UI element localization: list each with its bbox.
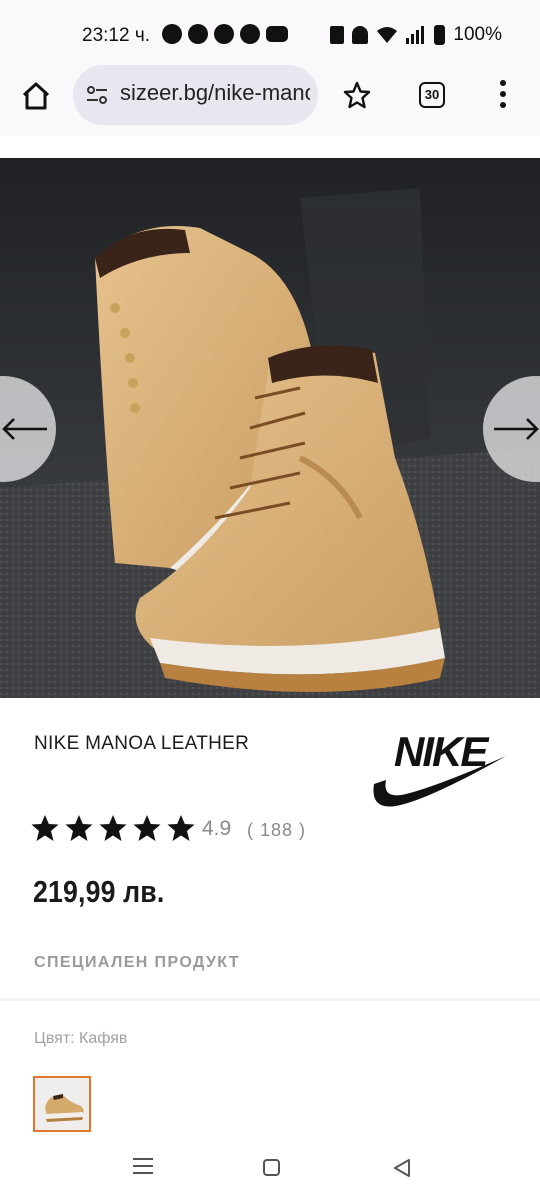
system-icons: 100%: [330, 24, 502, 46]
star-icon: [65, 815, 93, 841]
battery-percent: 100%: [453, 24, 502, 45]
arrow-left-icon: [2, 418, 47, 440]
url-text[interactable]: sizeer.bg/nike-manoa: [120, 80, 310, 106]
messenger-icon: [240, 24, 260, 44]
rating-count[interactable]: ( 188 ): [247, 820, 306, 841]
star-icon: [31, 815, 59, 841]
color-label: Цвят: Кафяв: [34, 1030, 128, 1047]
back-button[interactable]: [392, 1158, 412, 1178]
chat-icon: [214, 24, 234, 44]
nfc-icon: [330, 26, 345, 44]
battery-icon: [434, 25, 446, 45]
browser-toolbar: sizeer.bg/nike-manoa 30: [0, 65, 540, 136]
site-settings-icon[interactable]: [85, 83, 109, 107]
bookmark-star-icon[interactable]: [342, 80, 372, 110]
system-navigation-bar: [0, 1134, 540, 1200]
page-top-spacer: [0, 136, 540, 158]
rating-value: 4.9: [202, 817, 232, 840]
color-swatch-thumbnail[interactable]: [33, 1076, 91, 1132]
section-divider: [0, 998, 540, 1001]
home-icon[interactable]: [20, 80, 52, 112]
youtube-icon: [266, 26, 288, 42]
thumbnail-boot-image: [35, 1078, 89, 1130]
product-photo: [0, 158, 540, 698]
mute-icon: [352, 26, 369, 44]
svg-text:NIKE: NIKE: [394, 728, 490, 775]
status-time: 23:12 ч.: [82, 25, 151, 46]
viber-icon: [162, 24, 182, 44]
tab-switcher-button[interactable]: 30: [419, 82, 445, 108]
product-title: NIKE MANOA LEATHER: [34, 733, 250, 754]
nike-logo[interactable]: NIKE: [368, 724, 510, 814]
whatsapp-icon: [188, 24, 208, 44]
home-button[interactable]: [263, 1159, 280, 1176]
overflow-menu-icon[interactable]: [498, 80, 508, 110]
product-price: 219,99 лв.: [33, 874, 165, 909]
star-icon: [167, 815, 195, 841]
address-bar[interactable]: sizeer.bg/nike-manoa: [73, 65, 318, 125]
special-product-badge: СПЕЦИАЛЕН ПРОДУКТ: [34, 954, 241, 971]
wifi-icon: [377, 27, 398, 43]
rating-stars: [30, 814, 196, 842]
signal-icon: [406, 26, 425, 44]
star-icon: [99, 815, 127, 841]
notification-icons: [162, 24, 288, 44]
arrow-right-icon: [494, 418, 539, 440]
recents-button[interactable]: [133, 1158, 153, 1176]
status-bar: 23:12 ч. 100%: [0, 0, 540, 72]
product-image-carousel[interactable]: [0, 158, 540, 698]
star-icon: [133, 815, 161, 841]
